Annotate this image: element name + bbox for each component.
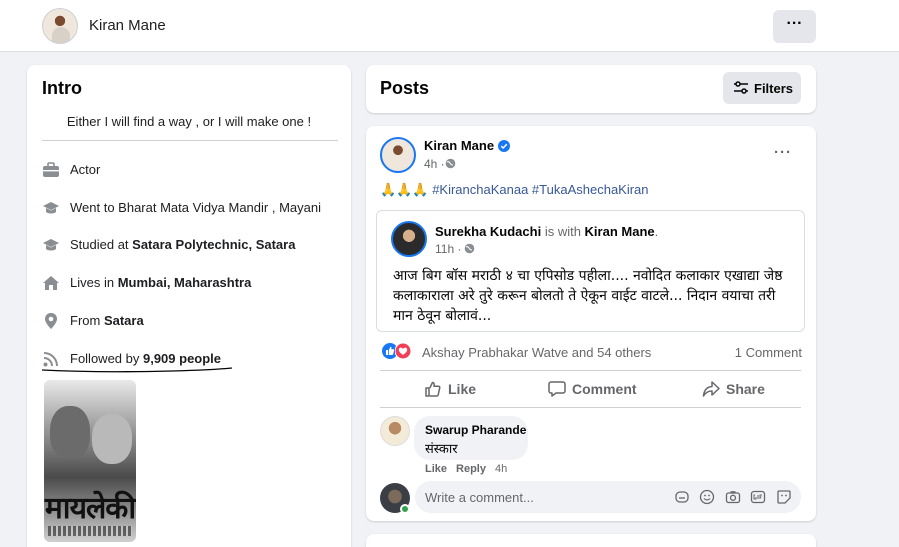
posts-title: Posts — [380, 78, 430, 98]
header-end: . — [654, 224, 659, 239]
globe-icon — [464, 243, 475, 254]
commenter-avatar[interactable] — [380, 416, 410, 446]
poster-face-left — [50, 406, 90, 458]
post-author-name[interactable]: Kiran Mane — [424, 138, 494, 153]
poster-credits — [48, 526, 132, 536]
briefcase-icon — [43, 162, 59, 177]
avatar-sticker-icon[interactable] — [674, 489, 690, 505]
followers-underline — [42, 367, 232, 373]
actions-divider-top — [380, 370, 801, 371]
intro-item-work: Actor — [42, 159, 342, 181]
comment-like-link[interactable]: Like — [425, 463, 447, 475]
posts-header: Posts Filters — [366, 65, 816, 113]
shared-author-name[interactable]: Surekha Kudachi — [435, 224, 541, 239]
camera-icon[interactable] — [725, 489, 741, 505]
sliders-icon — [734, 81, 748, 94]
post-more-button[interactable]: ··· — [774, 144, 792, 161]
graduation-cap-icon — [43, 202, 59, 214]
next-post-card — [366, 534, 816, 547]
profile-name[interactable]: Kiran Mane — [89, 17, 166, 34]
thumbs-up-icon — [425, 381, 441, 397]
poster-face-right — [92, 414, 132, 464]
profile-top-bar: Kiran Mane ··· — [0, 0, 899, 52]
gif-icon[interactable] — [750, 489, 766, 505]
comment-timestamp[interactable]: 4h — [495, 463, 507, 475]
commenter-name[interactable]: Swarup Pharande — [425, 423, 526, 437]
intro-item-school: Went to Bharat Mata Vidya Mandir , Mayan… — [42, 197, 342, 219]
graduation-cap-icon — [43, 239, 59, 251]
shared-post-header: Surekha Kudachi is with Kiran Mane. — [435, 224, 658, 239]
intro-card: Intro Either I will find a way , or I wi… — [27, 65, 351, 547]
comment-reply-link[interactable]: Reply — [456, 463, 486, 475]
shared-author-avatar[interactable] — [391, 221, 427, 257]
comment-label: Comment — [572, 381, 637, 397]
share-label: Share — [726, 381, 765, 397]
post-card: Kiran Mane 4h · ··· 🙏🙏🙏 #KiranchaKanaa #… — [366, 126, 816, 521]
online-status-dot — [400, 504, 410, 514]
comment-text: संस्कार — [425, 442, 458, 457]
verified-badge-icon — [498, 140, 510, 152]
post-author-avatar[interactable] — [380, 137, 416, 173]
comment-bubble: Swarup Pharande संस्कार — [414, 416, 528, 460]
featured-photo[interactable]: मायलेकी — [44, 380, 136, 542]
comment-actions: Like Reply 4h — [425, 463, 507, 475]
intro-item-prefix: From — [70, 313, 104, 328]
home-icon — [43, 276, 59, 290]
share-arrow-icon — [702, 381, 720, 397]
hometown-link[interactable]: Satara — [104, 313, 144, 328]
post-hashtags[interactable]: #KiranchaKanaa #TukaAshechaKiran — [432, 182, 648, 197]
shared-post-text: आज बिग बॉस मराठी ४ चा एपिसोड पहीला.... न… — [393, 268, 783, 324]
intro-divider — [42, 140, 338, 141]
like-label: Like — [448, 381, 477, 397]
poster-title: मायलेकी — [44, 491, 136, 526]
intro-item-college: Studied at Satara Polytechnic, Satara — [42, 234, 342, 256]
love-reaction-icon — [395, 343, 411, 359]
with-text: is with — [541, 224, 585, 239]
profile-avatar[interactable] — [42, 8, 78, 44]
tagged-person[interactable]: Kiran Mane — [585, 224, 655, 239]
intro-item-lives: Lives in Mumbai, Maharashtra — [42, 272, 342, 294]
intro-item-text[interactable]: Went to Bharat Mata Vidya Mandir , Mayan… — [70, 200, 321, 215]
comment-input-tools — [674, 489, 796, 505]
shared-post-timestamp[interactable]: 11h · — [435, 242, 461, 256]
reactions-text[interactable]: Akshay Prabhakar Watve and 54 others — [422, 345, 651, 360]
filters-label: Filters — [754, 81, 794, 96]
actions-divider-bottom — [380, 407, 801, 408]
intro-item-from: From Satara — [42, 310, 342, 332]
filters-button[interactable]: Filters — [723, 72, 801, 104]
sticker-icon[interactable] — [776, 489, 792, 505]
intro-item-prefix: Followed by — [70, 351, 143, 366]
lives-in-link[interactable]: Mumbai, Maharashtra — [118, 275, 252, 290]
more-options-button[interactable]: ··· — [773, 10, 816, 43]
post-emoji: 🙏🙏🙏 — [380, 182, 429, 197]
post-text: 🙏🙏🙏 #KiranchaKanaa #TukaAshechaKiran — [380, 182, 649, 198]
followers-link[interactable]: 9,909 people — [143, 351, 221, 366]
comment-bubble-icon — [548, 381, 566, 397]
intro-bio: Either I will find a way , or I will mak… — [66, 114, 312, 129]
location-pin-icon — [45, 313, 57, 329]
globe-icon — [445, 158, 456, 169]
shared-post[interactable]: Surekha Kudachi is with Kiran Mane. 11h … — [376, 210, 805, 332]
intro-item-prefix: Lives in — [70, 275, 118, 290]
intro-item-text: Actor — [70, 162, 101, 177]
intro-item-prefix: Studied at — [70, 237, 133, 252]
post-timestamp[interactable]: 4h · — [424, 157, 445, 171]
college-link[interactable]: Satara Polytechnic, Satara — [132, 237, 295, 252]
comment-count[interactable]: 1 Comment — [735, 345, 802, 360]
intro-title: Intro — [42, 78, 82, 98]
reactions-bar: Akshay Prabhakar Watve and 54 others 1 C… — [382, 343, 802, 361]
emoji-icon[interactable] — [699, 489, 715, 505]
